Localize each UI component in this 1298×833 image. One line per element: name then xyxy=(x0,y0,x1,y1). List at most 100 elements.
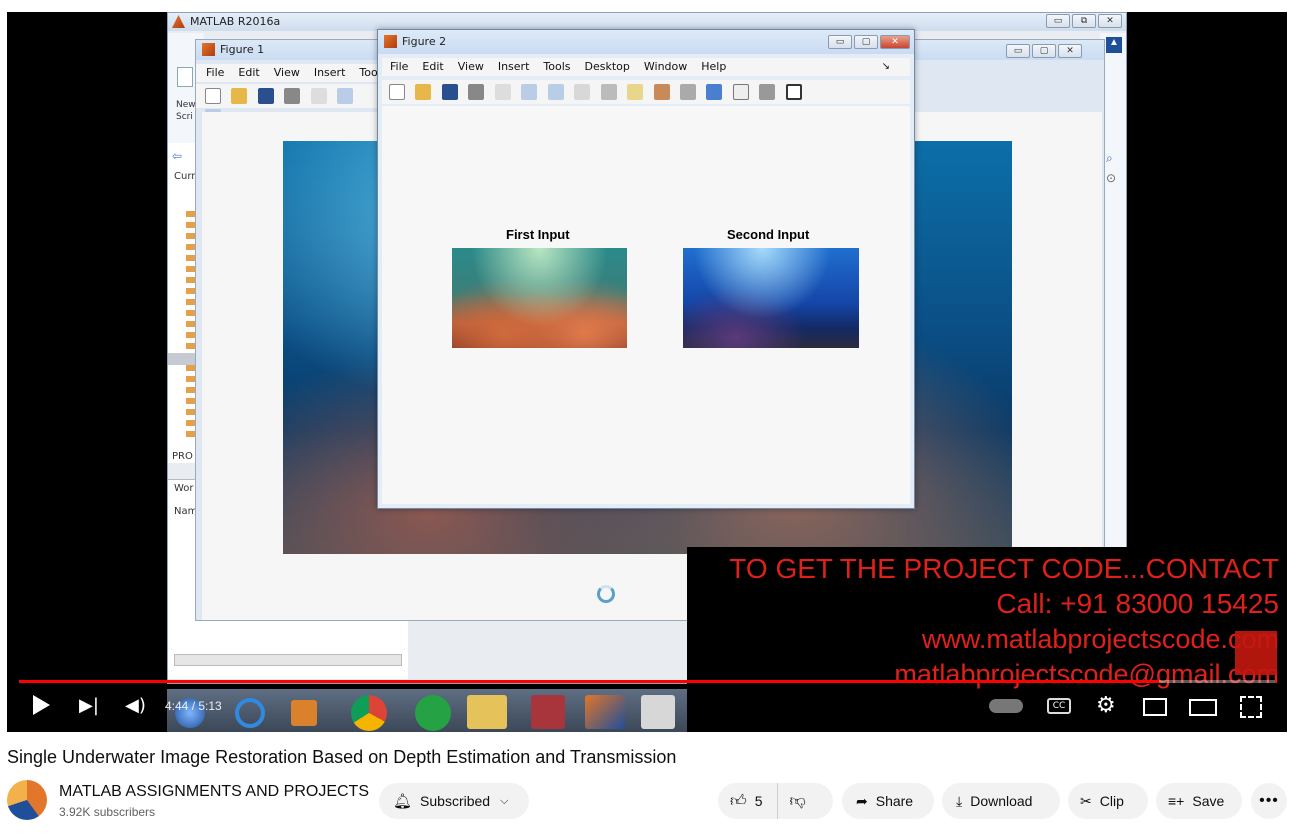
figure2-menu-desktop[interactable]: Desktop xyxy=(585,58,630,76)
figure2-menu-tools[interactable]: Tools xyxy=(543,58,570,76)
thumbs-up-icon: 👍︎ xyxy=(730,792,747,810)
back-arrow-icon[interactable]: ⇦ xyxy=(172,149,182,163)
open-file-icon[interactable] xyxy=(231,88,248,104)
workspace-scrollbar[interactable] xyxy=(174,654,402,666)
figure1-menu-tools[interactable]: Too xyxy=(359,64,377,82)
progress-bar[interactable] xyxy=(19,680,1275,683)
figure2-maximize-button[interactable]: ▢ xyxy=(854,35,878,49)
pointer-icon[interactable] xyxy=(310,88,327,104)
theater-mode-icon[interactable] xyxy=(1189,699,1217,716)
captions-icon[interactable]: CC xyxy=(1047,698,1071,714)
options-icon[interactable]: ⊙ xyxy=(1106,171,1116,185)
project-label: PRO xyxy=(172,451,193,462)
zoom-out-icon[interactable] xyxy=(547,84,564,100)
save-icon[interactable] xyxy=(441,84,458,100)
new-figure-icon[interactable] xyxy=(205,88,221,104)
autoplay-toggle[interactable] xyxy=(989,699,1023,713)
next-icon[interactable]: ▶| xyxy=(79,695,99,717)
download-button[interactable]: ⤓ Download xyxy=(942,783,1060,819)
app-s-icon[interactable] xyxy=(531,695,565,729)
settings-gear-icon[interactable]: ⚙ xyxy=(1096,693,1116,718)
subscriber-count: 3.92K subscribers xyxy=(59,805,156,819)
data-cursor-icon[interactable] xyxy=(627,84,644,100)
new-script-icon[interactable] xyxy=(177,67,193,87)
open-file-icon[interactable] xyxy=(415,84,432,100)
colorbar-icon[interactable] xyxy=(706,84,723,100)
like-dislike-group: 👍︎ 5 👎︎ xyxy=(718,783,833,819)
hide-plot-tools-icon[interactable] xyxy=(759,84,776,100)
like-button[interactable]: 👍︎ 5 xyxy=(718,783,778,819)
collapse-toolstrip-icon[interactable]: ▲ xyxy=(1106,37,1122,53)
link-icon[interactable] xyxy=(679,84,696,100)
chrome-icon[interactable] xyxy=(351,695,387,731)
search-icon[interactable]: ⌕ xyxy=(1106,151,1113,166)
download-icon: ⤓ xyxy=(956,792,963,809)
figure2-minimize-button[interactable]: ▭ xyxy=(828,35,852,49)
legend-icon[interactable] xyxy=(732,84,749,100)
pan-icon[interactable] xyxy=(574,84,591,100)
time-display: 4:44 / 5:13 xyxy=(165,699,222,713)
overlay-line-website: www.matlabprojectscode.com xyxy=(921,624,1279,654)
miniplayer-icon[interactable] xyxy=(1143,698,1167,716)
windows-taskbar xyxy=(167,689,687,732)
save-icon[interactable] xyxy=(257,88,274,104)
print-icon[interactable] xyxy=(468,84,485,100)
video-title: Single Underwater Image Restoration Base… xyxy=(7,747,677,767)
internet-explorer-icon[interactable] xyxy=(235,698,265,728)
play-icon[interactable] xyxy=(33,695,50,715)
figure1-menu-insert[interactable]: Insert xyxy=(314,64,346,82)
like-count: 5 xyxy=(754,793,763,809)
figure1-close-button[interactable]: ✕ xyxy=(1058,44,1082,58)
figure2-icon xyxy=(384,35,397,48)
share-button[interactable]: ➦ Share xyxy=(842,783,934,819)
figure2-close-button[interactable]: ✕ xyxy=(880,35,910,49)
rotate-icon[interactable] xyxy=(600,84,617,100)
seal-icon xyxy=(1235,631,1277,675)
figure1-toolbar xyxy=(196,84,386,125)
show-plot-tools-icon[interactable] xyxy=(785,84,802,100)
figure2-menu-file[interactable]: File xyxy=(390,58,408,76)
download-label: Download xyxy=(970,793,1033,809)
zoom-in-icon[interactable] xyxy=(337,88,354,104)
pointer-icon[interactable] xyxy=(494,84,511,100)
zoom-in-icon[interactable] xyxy=(521,84,538,100)
brush-icon[interactable] xyxy=(653,84,670,100)
matlab-restore-button[interactable]: ⧉ xyxy=(1072,14,1096,28)
figure1-menu-edit[interactable]: Edit xyxy=(238,64,259,82)
subscribed-label: Subscribed xyxy=(420,793,491,809)
figure2-window: Figure 2 ▭ ▢ ✕ File Edit View Insert Too… xyxy=(377,29,915,509)
channel-avatar[interactable] xyxy=(7,780,47,820)
new-figure-icon[interactable] xyxy=(389,84,405,100)
figure1-minimize-button[interactable]: ▭ xyxy=(1006,44,1030,58)
media-player-icon[interactable] xyxy=(291,700,317,726)
figure2-menu-edit[interactable]: Edit xyxy=(422,58,443,76)
figure2-menu-help[interactable]: Help xyxy=(701,58,726,76)
delta-app-icon[interactable] xyxy=(641,695,675,729)
save-button[interactable]: ≡+ Save xyxy=(1156,783,1242,819)
channel-name[interactable]: MATLAB ASSIGNMENTS AND PROJECTS xyxy=(59,783,369,801)
more-actions-button[interactable]: ••• xyxy=(1251,783,1287,819)
dislike-button[interactable]: 👎︎ xyxy=(778,792,806,811)
figure1-maximize-button[interactable]: ▢ xyxy=(1032,44,1056,58)
share-label: Share xyxy=(875,793,914,809)
subscribed-button[interactable]: 🔔︎ Subscribed ⌵ xyxy=(379,783,529,819)
matlab-close-button[interactable]: ✕ xyxy=(1098,14,1122,28)
figure2-menu-window[interactable]: Window xyxy=(644,58,687,76)
volume-icon[interactable]: ◀) xyxy=(125,695,146,717)
print-icon[interactable] xyxy=(284,88,301,104)
matlab-minimize-button[interactable]: ▭ xyxy=(1046,14,1070,28)
more-dots-icon: ••• xyxy=(1259,792,1279,809)
figure2-toolbar xyxy=(382,80,910,104)
figure2-title: Figure 2 xyxy=(402,35,447,48)
video-player[interactable]: MATLAB R2016a ▭ ⧉ ✕ New Scri ⇦ Curr PRO … xyxy=(7,12,1287,732)
fullscreen-icon[interactable] xyxy=(1240,696,1262,718)
figure2-menu-view[interactable]: View xyxy=(458,58,484,76)
dock-arrow-icon[interactable]: ↘ xyxy=(882,58,890,76)
matlab-taskbar-icon[interactable] xyxy=(585,695,625,729)
figure2-menu-insert[interactable]: Insert xyxy=(498,58,530,76)
figure1-menu-view[interactable]: View xyxy=(274,64,300,82)
whatsapp-icon[interactable] xyxy=(415,695,451,731)
figure1-menu-file[interactable]: File xyxy=(206,64,224,82)
file-explorer-icon[interactable] xyxy=(467,695,507,729)
clip-button[interactable]: ✂ Clip xyxy=(1068,783,1148,819)
